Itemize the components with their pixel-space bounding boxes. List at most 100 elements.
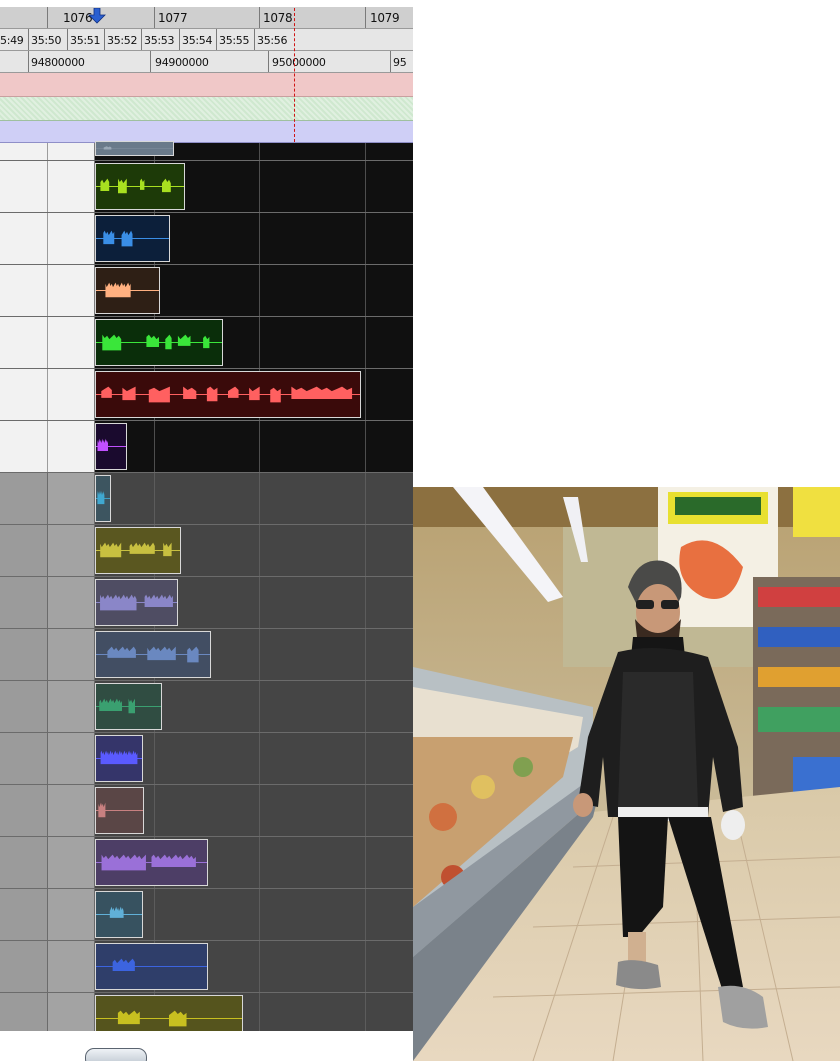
track-header-cell[interactable] xyxy=(0,629,48,680)
track-header-cell[interactable] xyxy=(0,733,48,784)
marker-lane[interactable] xyxy=(0,73,413,97)
playhead-line[interactable] xyxy=(294,8,295,142)
audio-region[interactable] xyxy=(95,787,144,834)
track-control-cell[interactable] xyxy=(48,473,95,524)
track-lane[interactable] xyxy=(95,941,413,992)
track-control-cell[interactable] xyxy=(48,785,95,836)
audio-region[interactable] xyxy=(95,527,181,574)
track-control-cell[interactable] xyxy=(48,143,95,160)
track-header-cell[interactable] xyxy=(0,161,48,212)
track-control-cell[interactable] xyxy=(48,889,95,940)
audio-region[interactable] xyxy=(95,319,223,366)
track-row[interactable] xyxy=(0,681,413,733)
track-header-cell[interactable] xyxy=(0,473,48,524)
chord-lane[interactable] xyxy=(0,97,413,121)
track-control-cell[interactable] xyxy=(48,733,95,784)
track-control-cell[interactable] xyxy=(48,317,95,368)
track-lane[interactable] xyxy=(95,577,413,628)
track-control-cell[interactable] xyxy=(48,837,95,888)
track-row[interactable] xyxy=(0,837,413,889)
track-row[interactable] xyxy=(0,889,413,941)
track-row[interactable] xyxy=(0,369,413,421)
track-row[interactable] xyxy=(0,577,413,629)
timecode-ruler[interactable]: 5:49 35:50 35:51 35:52 35:53 35:54 35:55… xyxy=(0,29,413,51)
samples-label: 94800000 xyxy=(31,56,85,69)
track-row[interactable] xyxy=(0,317,413,369)
audio-region[interactable] xyxy=(95,371,361,418)
track-header-cell[interactable] xyxy=(0,143,48,160)
track-control-cell[interactable] xyxy=(48,421,95,472)
track-lane[interactable] xyxy=(95,525,413,576)
track-row[interactable] xyxy=(0,525,413,577)
track-header-cell[interactable] xyxy=(0,265,48,316)
track-control-cell[interactable] xyxy=(48,525,95,576)
audio-region[interactable] xyxy=(95,423,127,470)
audio-region[interactable] xyxy=(95,839,208,886)
waveform-icon xyxy=(96,542,180,558)
track-control-cell[interactable] xyxy=(48,369,95,420)
position-arrow-icon[interactable] xyxy=(88,8,106,24)
audio-region[interactable] xyxy=(95,141,174,156)
waveform-icon xyxy=(96,146,173,150)
bar-gridline xyxy=(259,213,260,264)
track-header-cell[interactable] xyxy=(0,421,48,472)
track-row[interactable] xyxy=(0,161,413,213)
track-header-cell[interactable] xyxy=(0,317,48,368)
samples-ruler[interactable]: 94800000 94900000 95000000 95 xyxy=(0,51,413,73)
track-header-cell[interactable] xyxy=(0,837,48,888)
track-lane[interactable] xyxy=(95,785,413,836)
track-control-cell[interactable] xyxy=(48,681,95,732)
track-header-cell[interactable] xyxy=(0,889,48,940)
audio-region[interactable] xyxy=(95,735,143,782)
track-lane[interactable] xyxy=(95,141,413,160)
track-lane[interactable] xyxy=(95,629,413,680)
track-row[interactable] xyxy=(0,213,413,265)
track-header-cell[interactable] xyxy=(0,785,48,836)
track-lane[interactable] xyxy=(95,317,413,368)
audio-region[interactable] xyxy=(95,683,162,730)
horizontal-scrollbar[interactable] xyxy=(0,1031,413,1061)
audio-region[interactable] xyxy=(95,475,111,522)
track-header-cell[interactable] xyxy=(0,681,48,732)
track-lane[interactable] xyxy=(95,213,413,264)
track-lane[interactable] xyxy=(95,369,413,420)
track-row[interactable] xyxy=(0,629,413,681)
track-header-cell[interactable] xyxy=(0,213,48,264)
track-lane[interactable] xyxy=(95,421,413,472)
audio-region[interactable] xyxy=(95,215,170,262)
track-lane[interactable] xyxy=(95,733,413,784)
track-control-cell[interactable] xyxy=(48,265,95,316)
audio-region[interactable] xyxy=(95,891,143,938)
track-lane[interactable] xyxy=(95,161,413,212)
audio-region[interactable] xyxy=(95,631,211,678)
track-control-cell[interactable] xyxy=(48,941,95,992)
track-header-cell[interactable] xyxy=(0,525,48,576)
track-row[interactable] xyxy=(0,141,413,161)
track-row[interactable] xyxy=(0,733,413,785)
audio-region[interactable] xyxy=(95,163,185,210)
track-control-cell[interactable] xyxy=(48,629,95,680)
track-lane[interactable] xyxy=(95,265,413,316)
track-control-cell[interactable] xyxy=(48,161,95,212)
track-row[interactable] xyxy=(0,785,413,837)
audio-region[interactable] xyxy=(95,267,160,314)
track-lane[interactable] xyxy=(95,473,413,524)
track-header-cell[interactable] xyxy=(0,941,48,992)
track-lane[interactable] xyxy=(95,681,413,732)
track-lane[interactable] xyxy=(95,837,413,888)
track-header-cell[interactable] xyxy=(0,577,48,628)
tempo-lane[interactable] xyxy=(0,121,413,143)
track-row[interactable] xyxy=(0,265,413,317)
track-row[interactable] xyxy=(0,473,413,525)
track-row[interactable] xyxy=(0,421,413,473)
audio-region[interactable] xyxy=(95,579,178,626)
track-control-cell[interactable] xyxy=(48,577,95,628)
scrollbar-thumb[interactable] xyxy=(85,1048,147,1061)
timecode-label: 35:56 xyxy=(257,34,288,47)
track-row[interactable] xyxy=(0,941,413,993)
track-lane[interactable] xyxy=(95,889,413,940)
track-header-cell[interactable] xyxy=(0,369,48,420)
audio-region[interactable] xyxy=(95,943,208,990)
track-control-cell[interactable] xyxy=(48,213,95,264)
bars-ruler[interactable]: 1076 1077 1078 1079 xyxy=(0,7,413,29)
